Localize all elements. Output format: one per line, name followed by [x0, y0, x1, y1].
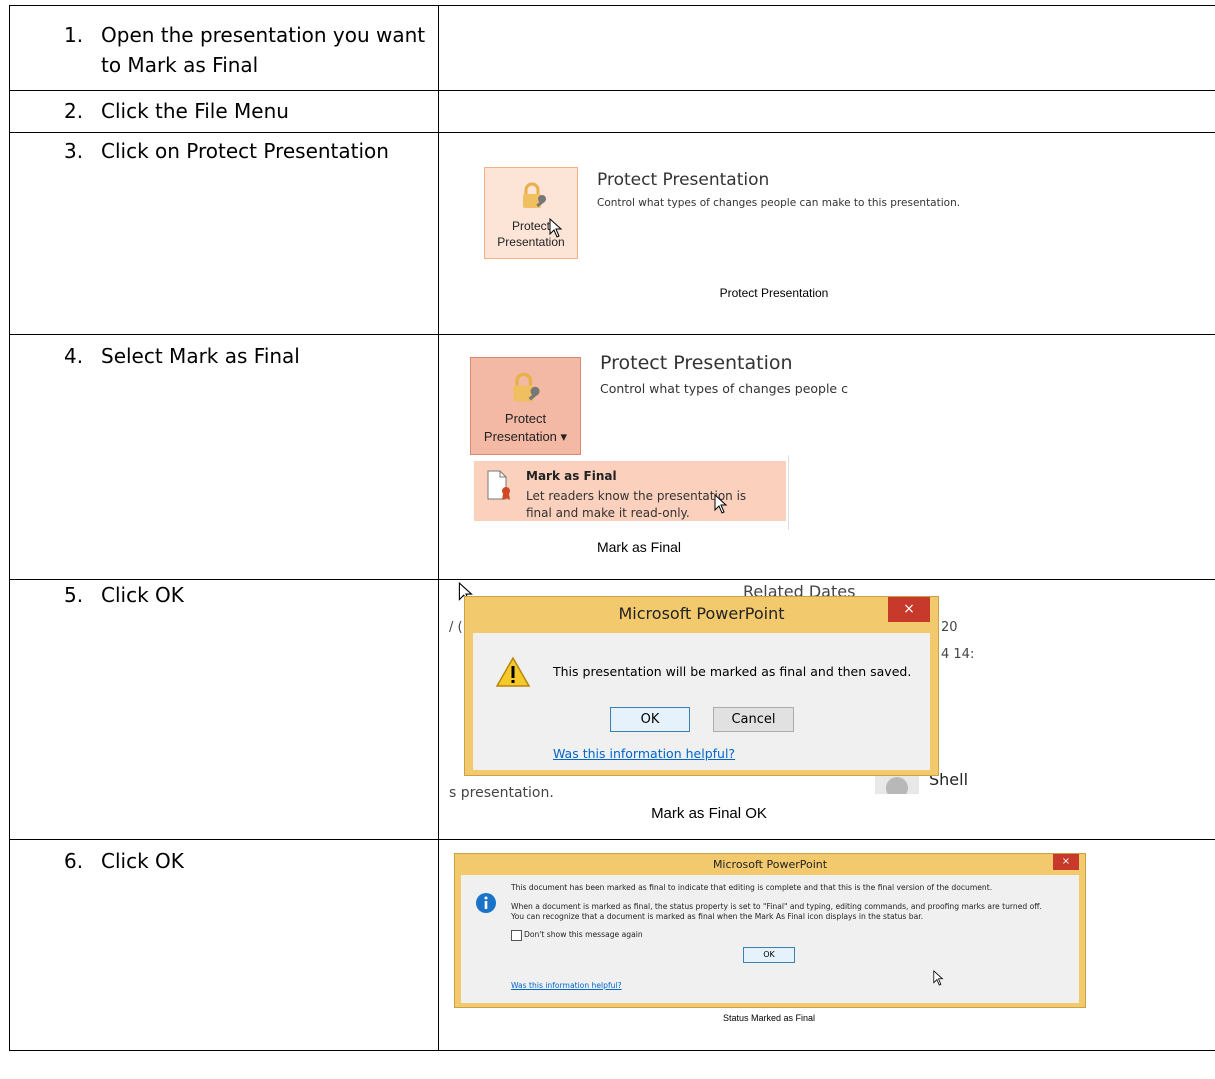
background-fragment: s presentation.	[449, 785, 554, 801]
document-ribbon-icon	[486, 469, 510, 507]
step-number: 2.	[64, 99, 84, 123]
button-label-line1: Protect	[511, 219, 550, 233]
close-button[interactable]: ×	[1053, 854, 1079, 870]
protect-presentation-description: Control what types of changes people c	[600, 381, 848, 396]
step-number: 5.	[64, 583, 84, 607]
step-text: Click on Protect Presentation	[101, 139, 389, 163]
mark-as-final-menu-screenshot: Protect Presentation ▾ Protect Presentat…	[439, 335, 1215, 578]
step-number: 3.	[64, 139, 84, 163]
step-6: 6. Click OK	[10, 840, 438, 876]
protect-presentation-screenshot: Protect Presentation Protect Presentatio…	[439, 133, 1215, 333]
lock-key-icon	[509, 372, 543, 410]
dialog-title: Microsoft PowerPoint	[618, 604, 785, 623]
protect-presentation-button[interactable]: Protect Presentation	[484, 167, 578, 259]
dialog-message: This presentation will be marked as fina…	[553, 664, 912, 679]
dialog-message-line: You can recognize that a document is mar…	[511, 912, 924, 921]
protect-presentation-title: Protect Presentation	[600, 352, 793, 374]
screenshot-caption: Mark as Final	[596, 539, 682, 555]
step-row-6: 6. Click OK Microsoft PowerPoint × This …	[9, 839, 1215, 1051]
button-label-line2: Presentation	[497, 235, 565, 249]
dialog-message-line: When a document is marked as final, the …	[511, 902, 1042, 911]
lock-key-icon	[519, 182, 549, 216]
step-text: Click the File Menu	[101, 99, 289, 123]
screenshot-caption: Status Marked as Final	[722, 1013, 816, 1023]
step-row-4: 4. Select Mark as Final Protect Presenta…	[9, 334, 1215, 580]
powerpoint-dialog: Microsoft PowerPoint × This presentation…	[464, 596, 939, 776]
protect-dropdown-menu: Mark as Final Let readers know the prese…	[470, 455, 789, 530]
menu-item-title: Mark as Final	[526, 469, 617, 483]
checkbox-label: Don't show this message again	[524, 930, 643, 939]
dialog-message-line: This document has been marked as final t…	[511, 883, 993, 892]
step-2: 2. Click the File Menu	[10, 91, 438, 126]
mark-as-final-confirm-screenshot: Related Dates / ( 20 4 14: s presentatio…	[439, 580, 1215, 838]
background-fragment: 20	[941, 620, 958, 635]
step-number: 1.	[64, 23, 84, 47]
info-icon	[475, 892, 497, 918]
steps-table: 1. Open the presentation you want to Mar…	[9, 5, 1215, 1051]
button-label-line1: Protect	[504, 411, 547, 426]
protect-presentation-title: Protect Presentation	[597, 170, 770, 190]
step-row-3: 3. Click on Protect Presentation Protect…	[9, 132, 1215, 335]
mark-as-final-menu-item[interactable]: Mark as Final Let readers know the prese…	[474, 461, 786, 521]
ok-button[interactable]: OK	[743, 947, 795, 963]
step-text: Open the presentation you want to Mark a…	[101, 23, 426, 77]
close-button[interactable]: ×	[888, 597, 930, 622]
dialog-body: This document has been marked as final t…	[461, 875, 1079, 1003]
warning-icon	[495, 656, 531, 692]
dialog-title: Microsoft PowerPoint	[712, 858, 828, 871]
cursor-icon	[549, 217, 563, 242]
protect-presentation-description: Control what types of changes people can…	[597, 197, 961, 209]
powerpoint-dialog: Microsoft PowerPoint × This document has…	[454, 853, 1086, 1008]
step-1-screenshot	[438, 5, 1215, 91]
step-3: 3. Click on Protect Presentation	[10, 133, 438, 166]
cancel-button[interactable]: Cancel	[713, 707, 794, 732]
dialog-body: This presentation will be marked as fina…	[473, 633, 930, 770]
protect-presentation-button[interactable]: Protect Presentation ▾	[470, 357, 581, 455]
step-number: 6.	[64, 849, 84, 873]
screenshot-caption: Mark as Final OK	[651, 805, 767, 822]
step-row-1: 1. Open the presentation you want to Mar…	[9, 5, 1215, 91]
step-text: Click OK	[101, 849, 184, 873]
help-link[interactable]: Was this information helpful?	[511, 981, 622, 990]
step-number: 4.	[64, 344, 84, 368]
button-label-line2: Presentation ▾	[483, 429, 568, 444]
step-text: Select Mark as Final	[101, 344, 300, 368]
step-1: 1. Open the presentation you want to Mar…	[10, 6, 438, 80]
step-text: Click OK	[101, 583, 184, 607]
final-status-screenshot: Microsoft PowerPoint × This document has…	[439, 840, 1215, 1049]
help-link[interactable]: Was this information helpful?	[553, 746, 735, 761]
cursor-icon	[714, 493, 728, 518]
background-fragment: 4 14:	[941, 647, 975, 662]
background-fragment: / (	[449, 620, 463, 635]
ok-button[interactable]: OK	[610, 707, 690, 732]
step-5: 5. Click OK	[10, 580, 438, 610]
step-row-2: 2. Click the File Menu	[9, 90, 1215, 133]
cursor-icon	[933, 970, 944, 990]
step-row-5: 5. Click OK Related Dates / ( 20 4 14: s…	[9, 579, 1215, 840]
step-4: 4. Select Mark as Final	[10, 335, 438, 371]
dont-show-checkbox[interactable]	[511, 930, 522, 941]
step-2-screenshot	[438, 90, 1215, 133]
screenshot-caption: Protect Presentation	[719, 286, 829, 300]
